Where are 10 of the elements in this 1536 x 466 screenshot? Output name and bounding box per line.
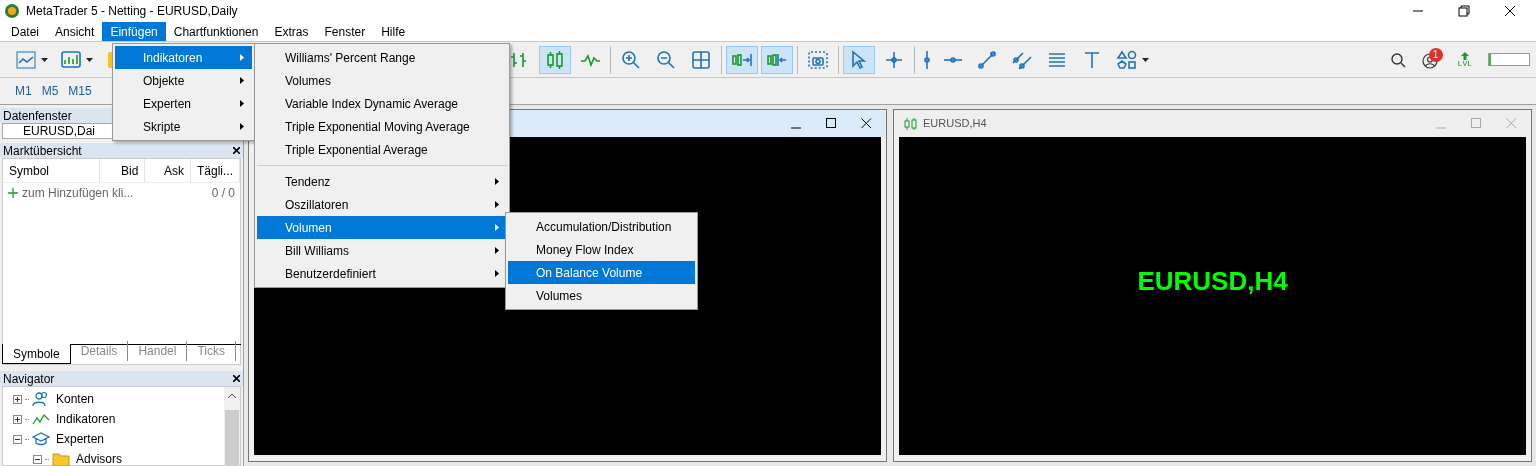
symbol-label: EURUSD,Dai xyxy=(23,124,95,138)
panel-title: Navigator xyxy=(3,372,55,385)
chart-symbol-label: EURUSD,H4 xyxy=(1137,264,1288,298)
level-label: LVL xyxy=(1457,59,1472,68)
notification-badge: 1 xyxy=(1428,47,1443,62)
chart-title: EURUSD,H4 xyxy=(923,116,987,132)
window-title: MetaTrader 5 - Netting - EURUSD,Daily xyxy=(26,3,238,20)
panel-title: Marktübersicht xyxy=(3,144,82,157)
symbol-count: 0 / 0 xyxy=(211,185,235,202)
panel-title: Datenfenster xyxy=(3,109,72,122)
